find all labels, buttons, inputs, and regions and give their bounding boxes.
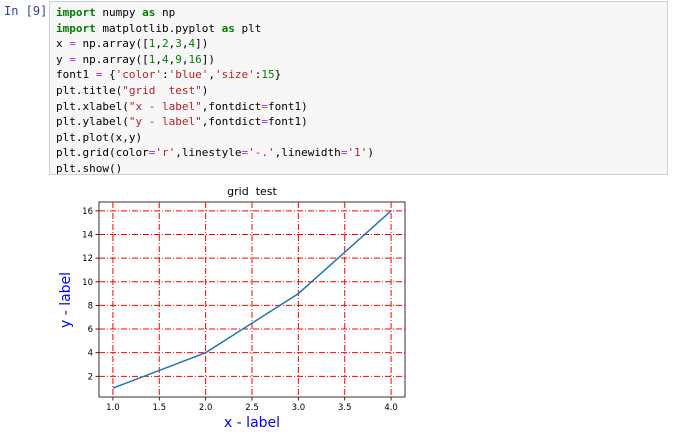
code-token: ,fontdict	[201, 99, 262, 113]
x-tick-label: 1.0	[106, 403, 120, 413]
code-token: }	[274, 68, 282, 82]
code-token: import	[56, 21, 96, 35]
code-line: y = np.array([1,4,9,16])	[56, 52, 661, 68]
code-token: as	[221, 21, 235, 35]
code-token: 'size'	[214, 68, 255, 82]
x-tick-label: 3.0	[292, 403, 306, 413]
code-token: plt.grid(color	[56, 146, 149, 160]
code-token: "y - label"	[128, 115, 202, 129]
code-line: plt.plot(x,y)	[56, 130, 661, 146]
y-tick-label: 16	[82, 207, 93, 217]
code-line: import matplotlib.pyplot as plt	[56, 21, 661, 37]
code-token: plt.title(	[56, 83, 123, 97]
code-token: x	[56, 37, 70, 51]
code-token: ,	[208, 68, 215, 82]
code-token: ,	[155, 52, 162, 66]
code-token: ,linestyle	[175, 146, 242, 160]
code-token: {	[102, 68, 116, 82]
code-token: =	[69, 52, 76, 66]
code-token: :	[161, 68, 169, 82]
code-token: )	[367, 146, 374, 160]
code-token: 16	[188, 52, 202, 66]
x-tick-label: 2.5	[245, 403, 259, 413]
code-token: plt.show()	[56, 161, 123, 175]
code-token: numpy	[95, 6, 143, 19]
code-token: '-.'	[248, 146, 275, 160]
x-tick-label: 3.5	[338, 403, 352, 413]
y-axis-label: y - label	[58, 272, 74, 328]
code-line: font1 = {'color':'blue','size':15}	[56, 67, 661, 83]
y-tick-label: 4	[88, 349, 93, 359]
code-token: "grid test"	[122, 83, 202, 97]
code-token: ,fontdict	[201, 115, 262, 129]
x-tick-label: 4.0	[384, 403, 398, 413]
code-token: ])	[195, 37, 209, 51]
code-token: '1'	[347, 146, 368, 160]
code-token: as	[142, 6, 156, 19]
code-line: plt.ylabel("y - label",fontdict=font1)	[56, 114, 661, 130]
code-token: 2	[161, 37, 169, 51]
code-token: plt	[234, 21, 262, 35]
y-tick-label: 14	[82, 231, 93, 241]
x-tick-label: 2.0	[199, 403, 213, 413]
plot-output: 1.0 1.5 2.0 2.5 3.0 3.5 4.0 2 4 6 8 10 12 14 16 grid t…	[52, 180, 412, 432]
y-tick-label: 12	[82, 254, 93, 264]
code-token: 3	[175, 37, 182, 51]
y-tick-label: 2	[88, 372, 93, 382]
code-token: 9	[175, 52, 182, 66]
code-token: ,	[155, 37, 162, 51]
y-tick-label: 8	[88, 301, 93, 311]
code-token: matplotlib.pyplot	[95, 21, 222, 35]
code-token: 'color'	[115, 68, 162, 82]
line-chart: 1.0 1.5 2.0 2.5 3.0 3.5 4.0 2 4 6 8 10 12 14 16 grid t…	[58, 185, 406, 431]
x-axis-label: x - label	[224, 415, 280, 431]
code-line: x = np.array([1,2,3,4])	[56, 36, 661, 52]
code-line: plt.title("grid test")	[56, 83, 661, 99]
cell-prompt: In [9]:	[4, 4, 55, 18]
code-token: plt.plot(x,y)	[56, 130, 143, 144]
code-cell[interactable]: import numpy as np import matplotlib.pypl…	[49, 1, 668, 175]
code-token: 'blue'	[168, 68, 209, 82]
code-line: import numpy as np	[56, 5, 661, 21]
code-token: ])	[201, 52, 215, 66]
code-token: import	[56, 6, 96, 19]
code-token: 'r'	[155, 146, 176, 160]
code-token: np	[155, 6, 176, 19]
code-line: plt.show()	[56, 161, 661, 175]
code-token: 15	[261, 68, 275, 82]
code-token: =	[261, 99, 268, 113]
code-token: =	[69, 37, 76, 51]
code-line: plt.grid(color='r',linestyle='-.',linewi…	[56, 145, 661, 161]
code-token: plt.xlabel(	[56, 99, 129, 113]
code-token: 4	[161, 52, 169, 66]
code-line: plt.xlabel("x - label",fontdict=font1)	[56, 99, 661, 115]
code-token: y	[56, 52, 70, 66]
code-token: font1)	[267, 115, 308, 129]
code-token: "x - label"	[128, 99, 202, 113]
code-token: plt.ylabel(	[56, 115, 129, 129]
x-tick-label: 1.5	[153, 403, 167, 413]
y-tick-label: 10	[82, 278, 93, 288]
code-token: np.array([	[75, 37, 149, 51]
code-token: np.array([	[75, 52, 149, 66]
chart-title: grid test	[227, 185, 277, 198]
code-token: )	[201, 83, 209, 97]
code-token: font1	[56, 68, 96, 82]
y-tick-label: 6	[88, 325, 93, 335]
code-token: =	[261, 115, 268, 129]
code-token: font1)	[267, 99, 308, 113]
code-token: ,linewidth	[274, 146, 341, 160]
